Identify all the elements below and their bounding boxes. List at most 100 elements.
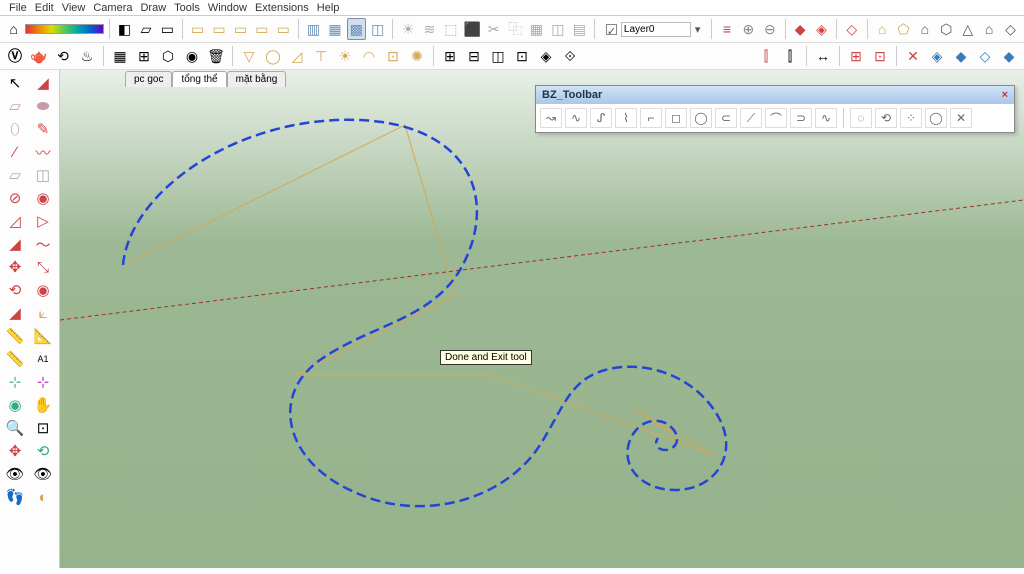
eraser-icon[interactable]: ◢ bbox=[30, 72, 56, 94]
bz-btn-6[interactable]: ◻ bbox=[665, 108, 687, 128]
box3-icon[interactable]: ▭ bbox=[231, 18, 250, 40]
bz-btn-4[interactable]: ⌇ bbox=[615, 108, 637, 128]
bz-btn-7[interactable]: ◯ bbox=[690, 108, 712, 128]
freehand-icon[interactable]: 〰 bbox=[30, 141, 56, 163]
bz-btn-11[interactable]: ⊃ bbox=[790, 108, 812, 128]
menu-extensions[interactable]: Extensions bbox=[252, 2, 312, 14]
m3-icon[interactable]: ◫ bbox=[487, 45, 509, 67]
rectangle-icon[interactable]: ▱ bbox=[2, 164, 28, 186]
bz-btn-3[interactable]: ᔑ bbox=[590, 108, 612, 128]
y7-icon[interactable]: ⊡ bbox=[382, 45, 404, 67]
bz-btn-5[interactable]: ⌐ bbox=[640, 108, 662, 128]
x5-icon[interactable]: ◆ bbox=[998, 45, 1020, 67]
sun-icon[interactable]: ☀ bbox=[398, 18, 417, 40]
cut-icon[interactable]: ✂ bbox=[484, 18, 503, 40]
bz-toolbar-header[interactable]: BZ_Toolbar × bbox=[536, 86, 1014, 104]
hex-icon[interactable]: ⬡ bbox=[157, 45, 179, 67]
solid1-icon[interactable]: ◆ bbox=[790, 18, 809, 40]
dimension-icon[interactable]: 📏 bbox=[2, 348, 28, 370]
layer-name-input[interactable] bbox=[621, 22, 691, 37]
y5-icon[interactable]: ☀ bbox=[334, 45, 356, 67]
m2-icon[interactable]: ⊟ bbox=[463, 45, 485, 67]
layer-dropdown-icon[interactable]: ▾ bbox=[695, 23, 701, 36]
orbit-icon[interactable]: ◉ bbox=[2, 394, 28, 416]
move-icon[interactable]: ✥ bbox=[2, 256, 28, 278]
a5-icon[interactable]: ⊡ bbox=[869, 45, 891, 67]
walk-icon[interactable]: 👣 bbox=[2, 486, 28, 508]
house4-icon[interactable]: ⬡ bbox=[937, 18, 956, 40]
menu-help[interactable]: Help bbox=[314, 2, 343, 14]
house2-icon[interactable]: ⬠ bbox=[894, 18, 913, 40]
menu-window[interactable]: Window bbox=[205, 2, 250, 14]
bz-btn-12[interactable]: ∿ bbox=[815, 108, 837, 128]
3dtext-icon[interactable]: ⊹ bbox=[30, 371, 56, 393]
menu-view[interactable]: View bbox=[59, 2, 89, 14]
circle-icon[interactable]: ⬯ bbox=[2, 118, 28, 140]
teapot-icon[interactable]: 🫖 bbox=[28, 45, 50, 67]
scene-tab-3[interactable]: mặt bằng bbox=[227, 71, 287, 87]
box1-icon[interactable]: ▭ bbox=[188, 18, 207, 40]
y2-icon[interactable]: ◯ bbox=[262, 45, 284, 67]
line-icon[interactable]: ∕ bbox=[2, 141, 28, 163]
flip-icon[interactable]: ⟲ bbox=[52, 45, 74, 67]
bz-btn-2[interactable]: ∿ bbox=[565, 108, 587, 128]
solid3-icon[interactable]: ◇ bbox=[842, 18, 861, 40]
wireframe-icon[interactable]: ▱ bbox=[136, 18, 155, 40]
solid2-icon[interactable]: ◈ bbox=[812, 18, 831, 40]
window-icon[interactable]: ⊞ bbox=[133, 45, 155, 67]
house3-icon[interactable]: ⌂ bbox=[915, 18, 934, 40]
zoom-icon[interactable]: 🔍 bbox=[2, 417, 28, 439]
arc2-icon[interactable]: ▷ bbox=[30, 210, 56, 232]
viewport-3d[interactable]: pc goc tổng thể mặt bằng Done and Exit t… bbox=[60, 70, 1024, 568]
box2-icon[interactable]: ▭ bbox=[209, 18, 228, 40]
sec1-icon[interactable]: ▦ bbox=[527, 18, 546, 40]
look2-icon[interactable]: 👁 bbox=[30, 463, 56, 485]
shade2-icon[interactable]: ▦ bbox=[325, 18, 344, 40]
x1-icon[interactable]: ✕ bbox=[902, 45, 924, 67]
sec3-icon[interactable]: ▤ bbox=[570, 18, 589, 40]
house6-icon[interactable]: ⌂ bbox=[979, 18, 998, 40]
x3-icon[interactable]: ◆ bbox=[950, 45, 972, 67]
rotate-icon[interactable]: ⟲ bbox=[2, 279, 28, 301]
dim1-icon[interactable]: ⊕ bbox=[739, 18, 758, 40]
zoom-extents-icon[interactable]: ✥ bbox=[2, 440, 28, 462]
y1-icon[interactable]: ▽ bbox=[238, 45, 260, 67]
m5-icon[interactable]: ◈ bbox=[535, 45, 557, 67]
house1-icon[interactable]: ⌂ bbox=[872, 18, 891, 40]
select-icon[interactable]: ↖ bbox=[2, 72, 28, 94]
pan-icon[interactable]: ✋ bbox=[30, 394, 56, 416]
zoom-window-icon[interactable]: ⊡ bbox=[30, 417, 56, 439]
dim2-icon[interactable]: ⊖ bbox=[760, 18, 779, 40]
align1-icon[interactable]: ≡ bbox=[717, 18, 736, 40]
a3-icon[interactable]: ↔ bbox=[812, 45, 834, 67]
close-icon[interactable]: × bbox=[1002, 89, 1008, 101]
bz-btn-17[interactable]: ✕ bbox=[950, 108, 972, 128]
tape-icon[interactable]: 📏 bbox=[2, 325, 28, 347]
rect-icon[interactable]: ▱ bbox=[2, 95, 28, 117]
pie-icon[interactable]: ◢ bbox=[2, 233, 28, 255]
protractor-icon[interactable]: 📐 bbox=[30, 325, 56, 347]
previous-icon[interactable]: ⟲ bbox=[30, 440, 56, 462]
menu-edit[interactable]: Edit bbox=[32, 2, 57, 14]
menu-file[interactable]: File bbox=[6, 2, 30, 14]
bz-toolbar-panel[interactable]: BZ_Toolbar × ↝ ∿ ᔑ ⌇ ⌐ ◻ ◯ ⊂ ⟋ ⌒ ⊃ ∿ ◌ ⟲… bbox=[535, 85, 1015, 133]
bz-btn-16[interactable]: ◯ bbox=[925, 108, 947, 128]
heat-icon[interactable]: ♨ bbox=[76, 45, 98, 67]
circle2-icon[interactable]: ⊘ bbox=[2, 187, 28, 209]
sec2-icon[interactable]: ◫ bbox=[548, 18, 567, 40]
oval-icon[interactable]: ⬬ bbox=[30, 95, 56, 117]
menu-draw[interactable]: Draw bbox=[137, 2, 169, 14]
bin-icon[interactable]: 🗑 bbox=[205, 45, 227, 67]
m1-icon[interactable]: ⊞ bbox=[439, 45, 461, 67]
bz-btn-1[interactable]: ↝ bbox=[540, 108, 562, 128]
a1-icon[interactable]: ⫿ bbox=[755, 45, 777, 67]
section-icon[interactable]: ◐ bbox=[30, 486, 56, 508]
offset-icon[interactable]: ⟀ bbox=[30, 302, 56, 324]
a2-icon[interactable]: ⫿ bbox=[779, 45, 801, 67]
pushpull-icon[interactable]: ⤡ bbox=[30, 256, 56, 278]
shade1-icon[interactable]: ▥ bbox=[304, 18, 323, 40]
hidden-line-icon[interactable]: ▭ bbox=[158, 18, 177, 40]
stove-icon[interactable]: ◉ bbox=[181, 45, 203, 67]
y3-icon[interactable]: ◿ bbox=[286, 45, 308, 67]
menu-camera[interactable]: Camera bbox=[90, 2, 135, 14]
